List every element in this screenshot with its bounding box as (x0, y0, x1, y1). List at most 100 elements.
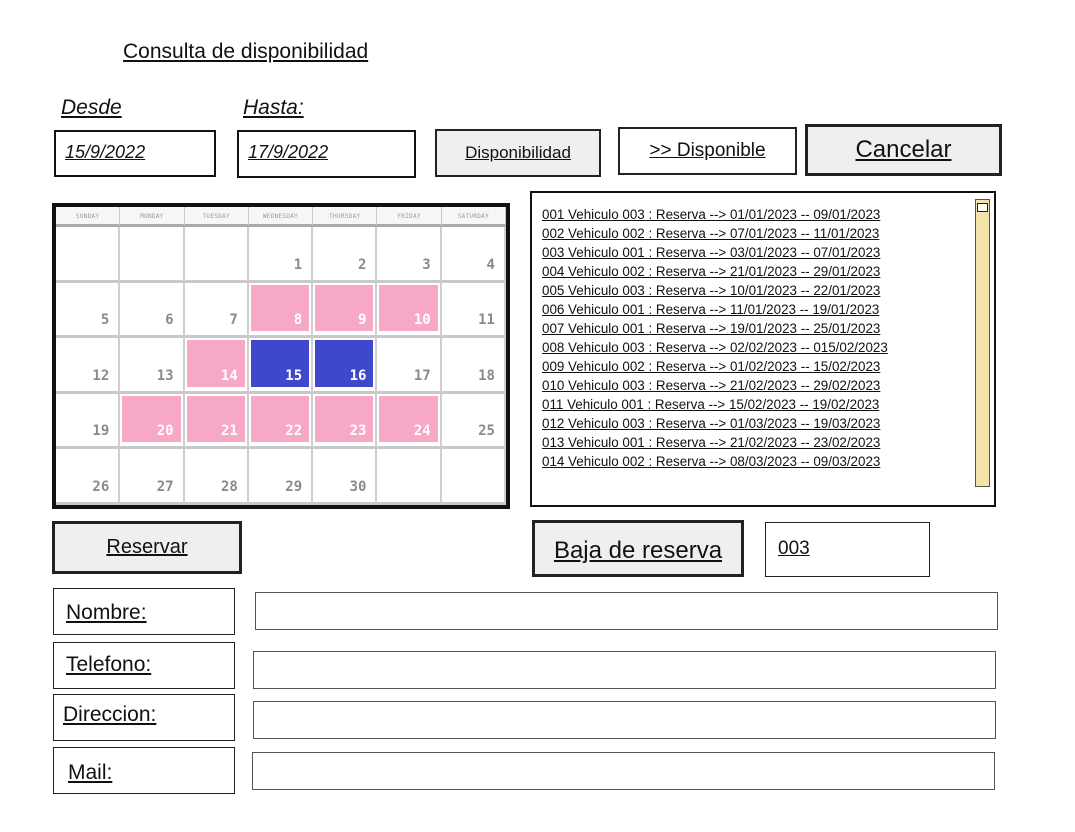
list-item[interactable]: 013 Vehiculo 001 : Reserva --> 21/02/202… (542, 433, 888, 452)
day-number: 14 (220, 367, 238, 384)
day-number: 18 (478, 367, 495, 384)
day-number: 5 (100, 312, 110, 329)
address-input[interactable] (253, 701, 996, 739)
phone-label: Telefono: (53, 642, 235, 689)
day-number: 4 (486, 256, 495, 273)
weekday-header: SATURDAY (441, 207, 506, 227)
phone-input[interactable] (253, 651, 996, 689)
calendar-day-12[interactable]: 12 (56, 338, 121, 394)
calendar-empty-cell (120, 227, 185, 283)
calendar-day-21[interactable]: 21 (184, 393, 249, 450)
calendar-day-25[interactable]: 25 (441, 393, 506, 450)
list-item[interactable]: 012 Vehiculo 003 : Reserva --> 01/03/202… (542, 414, 888, 433)
list-item[interactable]: 002 Vehiculo 002 : Reserva --> 07/01/202… (542, 224, 888, 243)
list-item[interactable]: 014 Vehiculo 002 : Reserva --> 08/03/202… (542, 452, 888, 471)
day-number: 2 (357, 256, 367, 273)
from-label: Desde (61, 96, 122, 119)
calendar-empty-cell (184, 227, 249, 283)
day-number: 22 (285, 423, 303, 440)
calendar-day-28[interactable]: 28 (184, 449, 249, 505)
calendar-day-14[interactable]: 14 (184, 338, 249, 394)
reservation-items: 001 Vehiculo 003 : Reserva --> 01/01/202… (542, 205, 888, 471)
to-date-value: 17/9/2022 (248, 142, 329, 162)
calendar-day-22[interactable]: 22 (248, 393, 314, 450)
name-input[interactable] (255, 592, 998, 630)
calendar-day-18[interactable]: 18 (441, 338, 506, 394)
from-date-input[interactable]: 15/9/2022 (54, 130, 216, 177)
day-number: 30 (349, 478, 367, 495)
day-number: 24 (413, 423, 431, 440)
day-number: 9 (357, 312, 367, 329)
list-item[interactable]: 001 Vehiculo 003 : Reserva --> 01/01/202… (542, 205, 888, 224)
day-number: 29 (285, 478, 303, 495)
calendar-empty-cell (377, 449, 442, 505)
calendar-day-6[interactable]: 6 (120, 282, 185, 339)
calendar-day-1[interactable]: 1 (248, 227, 314, 283)
to-label: Hasta: (243, 96, 304, 119)
reservation-list[interactable]: 001 Vehiculo 003 : Reserva --> 01/01/202… (530, 191, 996, 507)
calendar-day-11[interactable]: 11 (441, 282, 506, 339)
calendar-day-27[interactable]: 27 (120, 449, 185, 505)
day-number: 21 (220, 423, 238, 440)
day-number: 25 (478, 423, 495, 440)
available-button[interactable]: >> Disponible (618, 127, 797, 175)
calendar-day-10[interactable]: 10 (377, 282, 442, 339)
day-number: 26 (92, 478, 110, 495)
day-number: 27 (156, 478, 174, 495)
list-item[interactable]: 007 Vehiculo 001 : Reserva --> 19/01/202… (542, 319, 888, 338)
calendar-day-16[interactable]: 16 (313, 338, 378, 394)
list-item[interactable]: 006 Vehiculo 001 : Reserva --> 11/01/202… (542, 300, 888, 319)
calendar-day-29[interactable]: 29 (248, 449, 314, 505)
calendar-day-7[interactable]: 7 (184, 282, 249, 339)
calendar-grid: SUNDAY MONDAY TUESDAY WEDNESDAY THURSDAY FRID… (56, 207, 506, 505)
reservation-id-input[interactable]: 003 (765, 522, 930, 577)
calendar-day-9[interactable]: 9 (313, 282, 378, 339)
mail-input[interactable] (252, 752, 995, 790)
day-number: 12 (92, 367, 110, 384)
calendar-day-20[interactable]: 20 (120, 393, 185, 450)
calendar-day-17[interactable]: 17 (377, 338, 442, 394)
day-number: 3 (422, 256, 431, 273)
list-item[interactable]: 009 Vehiculo 002 : Reserva --> 01/02/202… (542, 357, 888, 376)
day-number: 19 (92, 423, 110, 440)
list-item[interactable]: 005 Vehiculo 003 : Reserva --> 10/01/202… (542, 281, 888, 300)
calendar-day-26[interactable]: 26 (56, 449, 121, 505)
day-number: 16 (349, 367, 367, 384)
calendar-day-2[interactable]: 2 (313, 227, 378, 283)
calendar-day-8[interactable]: 8 (248, 282, 314, 339)
scrollbar[interactable] (975, 199, 990, 487)
list-item[interactable]: 003 Vehiculo 001 : Reserva --> 03/01/202… (542, 243, 888, 262)
day-number: 20 (156, 423, 174, 440)
calendar-day-13[interactable]: 13 (120, 338, 185, 394)
from-date-value: 15/9/2022 (65, 142, 146, 162)
calendar-day-30[interactable]: 30 (313, 449, 378, 505)
day-number: 11 (478, 312, 495, 329)
weekday-header: SUNDAY (56, 207, 121, 227)
calendar-day-23[interactable]: 23 (313, 393, 378, 450)
to-date-input[interactable]: 17/9/2022 (237, 130, 416, 178)
cancel-button[interactable]: Cancelar (805, 124, 1002, 176)
weekday-header: TUESDAY (184, 207, 249, 227)
availability-button[interactable]: Disponibilidad (435, 129, 601, 177)
calendar-day-24[interactable]: 24 (377, 393, 442, 450)
reserve-button[interactable]: Reservar (52, 521, 242, 574)
calendar: SUNDAY MONDAY TUESDAY WEDNESDAY THURSDAY FRID… (52, 203, 510, 509)
calendar-day-5[interactable]: 5 (56, 282, 121, 339)
list-item[interactable]: 008 Vehiculo 003 : Reserva --> 02/02/202… (542, 338, 888, 357)
calendar-day-3[interactable]: 3 (377, 227, 442, 283)
calendar-day-15[interactable]: 15 (248, 338, 314, 394)
calendar-day-19[interactable]: 19 (56, 393, 121, 450)
weekday-header: WEDNESDAY (248, 207, 314, 227)
cancel-reservation-button[interactable]: Baja de reserva (532, 520, 744, 577)
list-item[interactable]: 011 Vehiculo 001 : Reserva --> 15/02/202… (542, 395, 888, 414)
list-item[interactable]: 004 Vehiculo 002 : Reserva --> 21/01/202… (542, 262, 888, 281)
day-number: 28 (220, 478, 238, 495)
scroll-up-icon[interactable] (977, 203, 988, 212)
day-number: 23 (349, 423, 367, 440)
calendar-day-4[interactable]: 4 (441, 227, 506, 283)
weekday-header: MONDAY (120, 207, 185, 227)
reservation-id-value: 003 (778, 538, 810, 559)
list-item[interactable]: 010 Vehiculo 003 : Reserva --> 21/02/202… (542, 376, 888, 395)
calendar-empty-cell (56, 227, 121, 283)
day-number: 6 (165, 312, 174, 329)
